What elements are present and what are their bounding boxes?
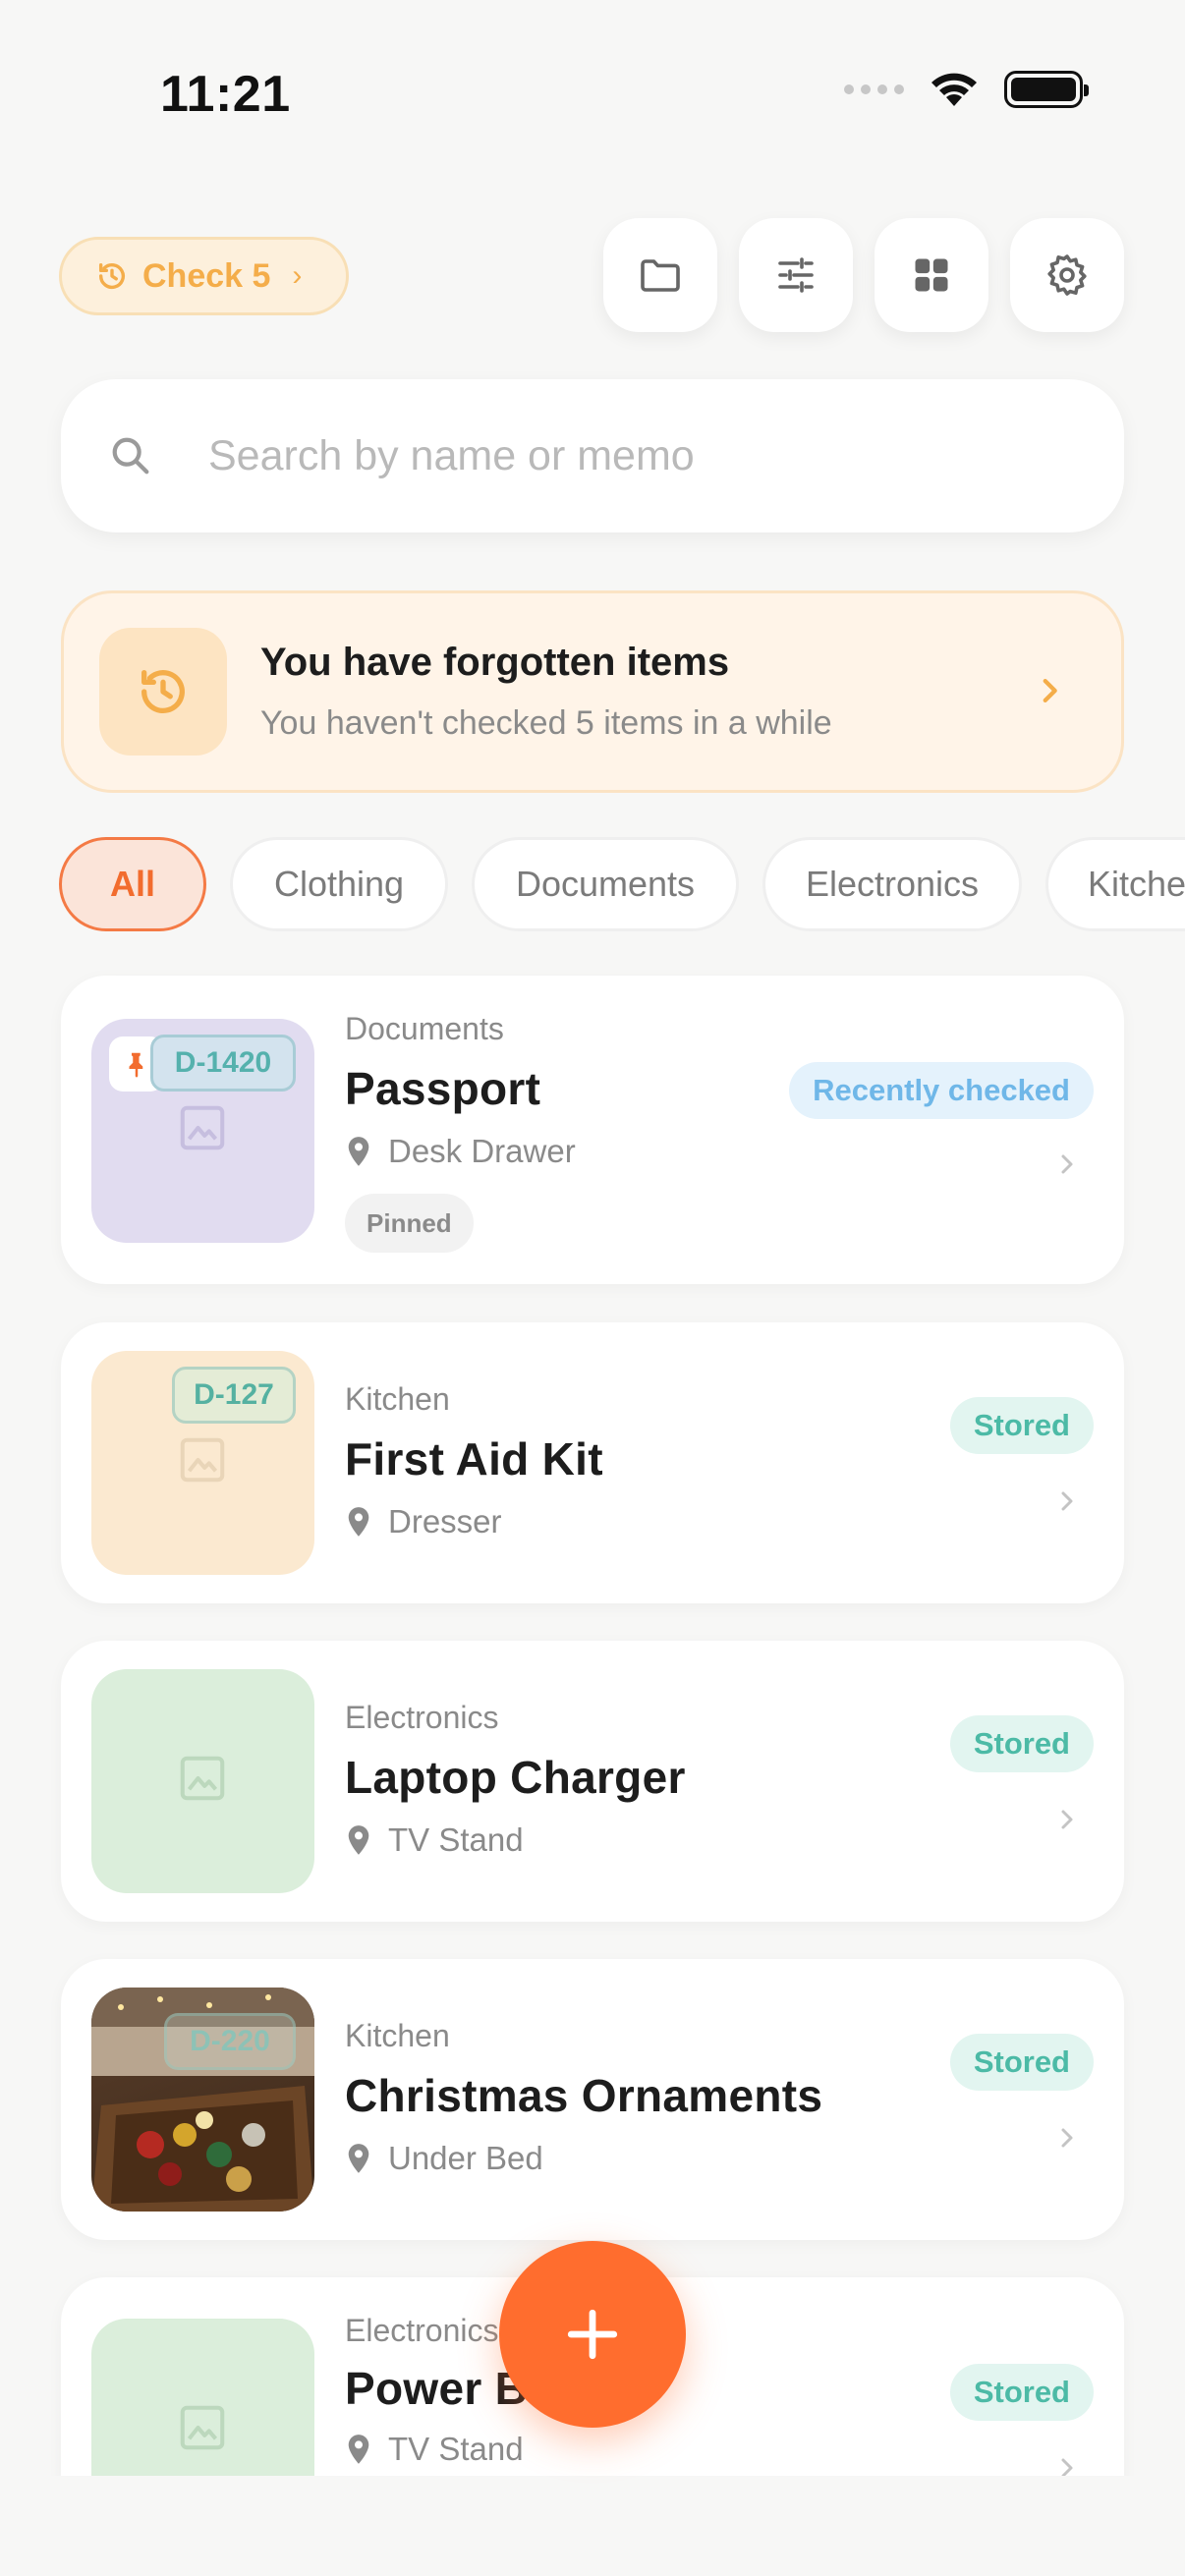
item-thumbnail: D-127 xyxy=(91,1351,314,1575)
search-icon xyxy=(112,437,149,475)
search-input[interactable] xyxy=(208,431,1053,480)
status-bar: 11:21 xyxy=(0,0,1185,196)
category-chip-electronics[interactable]: Electronics xyxy=(762,837,1022,931)
location-pin-icon xyxy=(348,1825,369,1855)
status-badge: Stored xyxy=(949,1397,1094,1454)
item-name: Passport xyxy=(345,1063,541,1114)
status-badge: Recently checked xyxy=(789,1062,1094,1119)
location-pin-icon xyxy=(348,1507,369,1537)
item-location-text: TV Stand xyxy=(388,2431,524,2467)
banner-icon-container xyxy=(99,628,227,756)
chevron-right-icon xyxy=(1061,2128,1073,2148)
item-location-text: TV Stand xyxy=(388,1821,524,1858)
filter-button[interactable] xyxy=(739,218,853,332)
location-pin-icon xyxy=(348,2144,369,2173)
battery-icon xyxy=(1004,71,1089,108)
item-card-passport[interactable]: D-1420 Documents Passport Desk Drawer Pi… xyxy=(61,976,1124,1284)
item-thumbnail xyxy=(91,1669,314,1893)
item-category: Documents xyxy=(345,1011,504,1046)
item-id-tag: D-1420 xyxy=(150,1035,296,1092)
item-location-text: Dresser xyxy=(388,1503,502,1540)
item-category: Electronics xyxy=(345,1700,499,1735)
image-placeholder-icon xyxy=(180,2405,225,2450)
banner-title: You have forgotten items xyxy=(260,641,730,684)
category-filter-bar: All Clothing Documents Electronics Kitch… xyxy=(59,837,1185,931)
pinned-badge: Pinned xyxy=(345,1194,474,1253)
chevron-right-icon xyxy=(1061,1491,1073,1511)
category-chip-all[interactable]: All xyxy=(59,837,206,931)
item-card-first-aid-kit[interactable]: D-127 Kitchen First Aid Kit Dresser Stor… xyxy=(61,1322,1124,1603)
status-badge: Stored xyxy=(949,1715,1094,1772)
item-card-christmas-ornaments[interactable]: D-220 Kitchen Christmas Ornaments Under … xyxy=(61,1959,1124,2240)
category-chip-kitchen[interactable]: Kitchen xyxy=(1045,837,1185,931)
location-pin-icon xyxy=(348,1137,369,1166)
image-placeholder-icon xyxy=(180,1437,225,1483)
status-icons xyxy=(844,71,1089,108)
settings-button[interactable] xyxy=(1010,218,1124,332)
image-placeholder-icon xyxy=(180,1105,225,1150)
history-icon xyxy=(98,262,126,289)
item-category: Kitchen xyxy=(345,1381,450,1417)
category-chip-clothing[interactable]: Clothing xyxy=(230,837,448,931)
bottom-safe-area xyxy=(0,2476,1185,2576)
item-thumbnail: D-220 xyxy=(91,1988,314,2212)
history-icon xyxy=(141,670,185,713)
grid-view-button[interactable] xyxy=(875,218,988,332)
gear-icon xyxy=(1047,254,1087,296)
category-chip-documents[interactable]: Documents xyxy=(472,837,739,931)
folder-button[interactable] xyxy=(603,218,717,332)
forgotten-items-banner[interactable]: You have forgotten items You haven't che… xyxy=(61,590,1124,793)
status-time: 11:21 xyxy=(160,66,291,123)
check-label: Check 5 xyxy=(142,256,271,295)
plus-icon xyxy=(567,2309,618,2360)
item-thumbnail: D-1420 xyxy=(91,1019,314,1243)
item-location: Under Bed xyxy=(345,2140,543,2177)
wifi-icon xyxy=(930,71,979,108)
chevron-right-icon xyxy=(1061,1810,1073,1829)
item-location: Desk Drawer xyxy=(345,1133,576,1170)
banner-subtitle: You haven't checked 5 items in a while xyxy=(260,704,832,742)
chevron-right-icon xyxy=(1061,1154,1073,1174)
item-location-text: Under Bed xyxy=(388,2140,543,2176)
item-category: Electronics xyxy=(345,2313,499,2348)
status-badge: Stored xyxy=(949,2034,1094,2091)
status-badge: Stored xyxy=(949,2364,1094,2421)
location-pin-icon xyxy=(348,2435,369,2464)
item-name: Christmas Ornaments xyxy=(345,2070,823,2121)
folder-icon xyxy=(641,259,680,292)
item-id-tag: D-127 xyxy=(172,1367,296,1424)
item-location: TV Stand xyxy=(345,2431,524,2468)
item-location-text: Desk Drawer xyxy=(388,1133,576,1169)
add-item-button[interactable] xyxy=(499,2241,686,2428)
signal-icon xyxy=(844,84,904,94)
image-placeholder-icon xyxy=(180,1756,225,1801)
item-location: TV Stand xyxy=(345,1821,524,1859)
item-location: Dresser xyxy=(345,1503,502,1540)
check-reminder-button[interactable]: Check 5 › xyxy=(59,237,349,315)
chevron-right-icon xyxy=(1043,678,1057,703)
item-name: Laptop Charger xyxy=(345,1752,686,1803)
sliders-icon xyxy=(778,257,814,293)
grid-icon xyxy=(915,258,948,292)
chevron-right-icon: › xyxy=(292,259,303,292)
item-id-tag: D-220 xyxy=(164,2013,296,2070)
item-name: First Aid Kit xyxy=(345,1433,603,1484)
item-name: Power B xyxy=(345,2363,529,2414)
search-bar[interactable] xyxy=(61,379,1124,532)
item-card-laptop-charger[interactable]: Electronics Laptop Charger TV Stand Stor… xyxy=(61,1641,1124,1922)
item-category: Kitchen xyxy=(345,2018,450,2053)
